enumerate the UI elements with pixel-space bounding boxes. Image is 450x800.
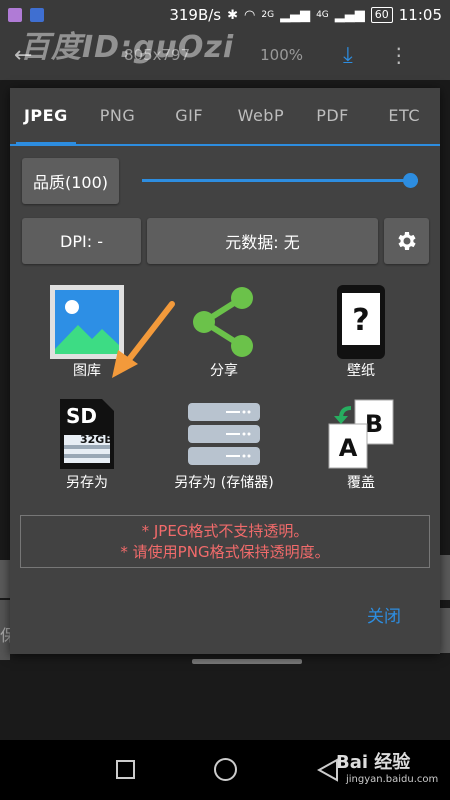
background-panel-left	[0, 560, 10, 598]
background-scroll-bar	[192, 659, 302, 664]
watermark-brand: Bai 经验	[336, 752, 411, 773]
download-icon[interactable]: ⤓	[343, 43, 353, 68]
sd-text: SD	[66, 404, 97, 428]
quality-slider-thumb[interactable]	[403, 173, 418, 188]
dpi-button[interactable]: DPI: -	[22, 218, 141, 264]
wallpaper-action[interactable]: ? 壁纸	[296, 282, 426, 380]
save-dialog: JPEG PNG GIF WebP PDF ETC 品质(100) DPI: -…	[10, 88, 440, 654]
clock: 11:05	[398, 6, 442, 24]
gallery-action[interactable]: 图库	[22, 282, 152, 380]
quality-button[interactable]: 品质(100)	[22, 158, 119, 204]
bluetooth-icon: ✱	[227, 7, 239, 23]
overwrite-b-text: B	[365, 410, 383, 438]
network-2g-label: 2G	[261, 10, 275, 20]
share-label: 分享	[210, 363, 238, 379]
settings-button[interactable]	[384, 218, 429, 264]
baidu-jingyan-watermark: Bai 经验 jingyan.baidu.com	[336, 748, 438, 785]
save-to-storage-label: 另存为 (存储器)	[174, 475, 274, 491]
save-as-action[interactable]: SD 32GB 另存为	[22, 394, 152, 492]
tab-png[interactable]: PNG	[82, 88, 154, 144]
warning-line-2: * 请使用PNG格式保持透明度。	[120, 542, 330, 561]
svg-text:?: ?	[352, 303, 369, 338]
overwrite-a-text: A	[339, 434, 358, 462]
more-options-icon[interactable]: ⋮	[389, 43, 409, 67]
wallpaper-label: 壁纸	[347, 363, 375, 379]
close-button[interactable]: 关闭	[367, 602, 401, 627]
watermark-text: 百度ID:guOzi	[20, 30, 235, 65]
zoom-dropdown[interactable]: 100%	[260, 46, 303, 64]
metadata-button[interactable]: 元数据: 无	[147, 218, 378, 264]
overwrite-action[interactable]: B A 覆盖	[296, 394, 426, 492]
tab-jpeg[interactable]: JPEG	[10, 88, 82, 146]
warning-line-1: * JPEG格式不支持透明。	[141, 521, 309, 540]
sd-capacity-text: 32GB	[80, 433, 113, 446]
app-notification-icon	[30, 8, 44, 22]
background-panel-right-2	[440, 608, 450, 653]
home-icon[interactable]	[214, 758, 237, 781]
recent-apps-icon[interactable]	[116, 760, 135, 779]
gear-icon	[397, 232, 416, 250]
watermark-url: jingyan.baidu.com	[346, 774, 439, 785]
wifi-icon: ◠	[244, 7, 256, 23]
tab-etc[interactable]: ETC	[368, 88, 440, 144]
transparency-warning: * JPEG格式不支持透明。 * 请使用PNG格式保持透明度。	[20, 515, 430, 568]
signal-icon-1: ▂▄▆	[280, 7, 311, 23]
overwrite-label: 覆盖	[347, 475, 375, 491]
share-action[interactable]: 分享	[159, 282, 289, 380]
save-to-storage-action[interactable]: 另存为 (存储器)	[159, 394, 289, 492]
tab-gif[interactable]: GIF	[153, 88, 225, 144]
gallery-icon	[50, 285, 124, 359]
battery-indicator: 60	[370, 7, 393, 23]
wallpaper-phone-icon: ?	[337, 285, 385, 359]
tab-webp[interactable]: WebP	[225, 88, 297, 144]
storage-server-icon	[188, 403, 260, 465]
gallery-label: 图库	[73, 363, 101, 379]
save-as-label: 另存为	[66, 475, 108, 491]
signal-icon-2: ▂▄▆	[334, 7, 365, 23]
tab-pdf[interactable]: PDF	[297, 88, 369, 144]
gallery-notification-icon	[8, 8, 22, 22]
network-4g-label: 4G	[316, 10, 329, 20]
sd-card-icon: SD 32GB	[60, 399, 114, 469]
background-panel-right	[440, 555, 450, 600]
format-tabs: JPEG PNG GIF WebP PDF ETC	[10, 88, 440, 146]
quality-slider-track[interactable]	[142, 179, 418, 182]
overwrite-ab-icon: B A	[328, 399, 394, 469]
share-icon	[193, 287, 253, 357]
